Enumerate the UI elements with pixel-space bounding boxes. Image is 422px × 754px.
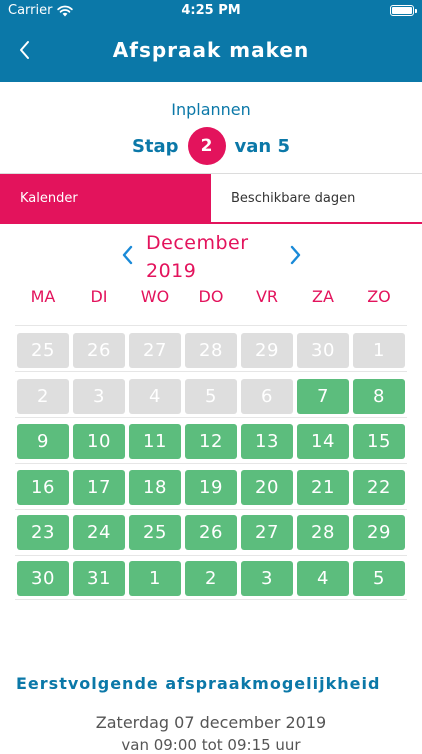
view-tabs: Kalender Beschikbare dagen bbox=[0, 173, 422, 224]
calendar-day-unavailable: 6 bbox=[241, 378, 293, 414]
calendar-day-available[interactable]: 22 bbox=[353, 469, 405, 505]
calendar-day-available[interactable]: 16 bbox=[17, 469, 69, 505]
calendar-day-unavailable: 5 bbox=[185, 378, 237, 414]
month-year: 2019 bbox=[146, 260, 197, 282]
month-name: December bbox=[146, 232, 249, 254]
calendar-day-available[interactable]: 23 bbox=[17, 515, 69, 550]
calendar-day-unavailable: 27 bbox=[129, 333, 181, 368]
next-appointment-date: Zaterdag 07 december 2019 bbox=[95, 713, 327, 732]
calendar-day-available[interactable]: 25 bbox=[129, 515, 181, 550]
calendar-day-unavailable: 2 bbox=[17, 378, 69, 414]
status-bar: Carrier 4:25 PM bbox=[0, 0, 422, 22]
weekday-label: ZO bbox=[367, 287, 391, 306]
row-divider bbox=[15, 325, 407, 326]
calendar-day-available[interactable]: 31 bbox=[73, 560, 125, 596]
calendar-day-available[interactable]: 17 bbox=[73, 469, 125, 505]
chevron-right-icon[interactable] bbox=[286, 244, 304, 266]
tab-kalender[interactable]: Kalender bbox=[0, 174, 211, 222]
calendar-day-unavailable: 28 bbox=[185, 333, 237, 368]
step-suffix: van 5 bbox=[234, 135, 291, 157]
calendar-day-available[interactable]: 10 bbox=[73, 424, 125, 459]
calendar-day-available[interactable]: 29 bbox=[353, 515, 405, 550]
tab-beschikbare-dagen[interactable]: Beschikbare dagen bbox=[211, 174, 422, 222]
calendar-day-available[interactable]: 2 bbox=[185, 560, 237, 596]
weekday-header: MA DI WO DO VR ZA ZO bbox=[15, 287, 407, 306]
row-divider bbox=[15, 509, 407, 510]
calendar-day-available[interactable]: 12 bbox=[185, 424, 237, 459]
calendar-day-available[interactable]: 4 bbox=[297, 560, 349, 596]
status-time: 4:25 PM bbox=[181, 3, 241, 18]
weekday-label: VR bbox=[255, 287, 279, 306]
month-label: December 2019 bbox=[146, 229, 276, 285]
navigation-bar: Afspraak maken bbox=[0, 28, 422, 74]
calendar-day-available[interactable]: 18 bbox=[129, 469, 181, 505]
next-appointment-heading: Eerstvolgende afspraakmogelijkheid bbox=[16, 674, 381, 693]
calendar-day-unavailable: 29 bbox=[241, 333, 293, 368]
calendar-day-unavailable: 25 bbox=[17, 333, 69, 368]
weekday-label: DO bbox=[198, 287, 224, 306]
calendar-day-available[interactable]: 9 bbox=[17, 424, 69, 459]
calendar-day-unavailable: 1 bbox=[353, 333, 405, 368]
calendar-day-available[interactable]: 1 bbox=[129, 560, 181, 596]
calendar-day-available[interactable]: 14 bbox=[297, 424, 349, 459]
calendar-day-unavailable: 4 bbox=[129, 378, 181, 414]
weekday-label: MA bbox=[30, 287, 56, 306]
calendar-day-available[interactable]: 15 bbox=[353, 424, 405, 459]
calendar-day-unavailable: 26 bbox=[73, 333, 125, 368]
step-number-badge: 2 bbox=[187, 127, 226, 165]
app-header: Carrier 4:25 PM Afspraak maken bbox=[0, 0, 422, 82]
calendar-day-available[interactable]: 26 bbox=[185, 515, 237, 550]
calendar-day-available[interactable]: 8 bbox=[353, 378, 405, 414]
calendar-day-available[interactable]: 5 bbox=[353, 560, 405, 596]
step-prefix: Stap bbox=[131, 135, 179, 157]
calendar-day-available[interactable]: 28 bbox=[297, 515, 349, 550]
row-divider bbox=[15, 599, 407, 600]
next-appointment-time: van 09:00 tot 09:15 uur bbox=[121, 736, 301, 754]
calendar-day-available[interactable]: 3 bbox=[241, 560, 293, 596]
calendar-day-available[interactable]: 30 bbox=[17, 560, 69, 596]
row-divider bbox=[15, 463, 407, 464]
step-indicator: Stap 2 van 5 bbox=[0, 127, 422, 165]
row-divider bbox=[15, 371, 407, 372]
calendar-day-available[interactable]: 7 bbox=[297, 378, 349, 414]
calendar-day-available[interactable]: 11 bbox=[129, 424, 181, 459]
calendar-day-available[interactable]: 19 bbox=[185, 469, 237, 505]
calendar-day-available[interactable]: 20 bbox=[241, 469, 293, 505]
page-title: Afspraak maken bbox=[112, 38, 310, 62]
calendar-day-available[interactable]: 13 bbox=[241, 424, 293, 459]
row-divider bbox=[15, 555, 407, 556]
chevron-left-icon[interactable] bbox=[119, 244, 137, 266]
calendar-day-available[interactable]: 21 bbox=[297, 469, 349, 505]
weekday-label: WO bbox=[140, 287, 170, 306]
calendar-day-available[interactable]: 24 bbox=[73, 515, 125, 550]
calendar-day-unavailable: 3 bbox=[73, 378, 125, 414]
calendar-day-available[interactable]: 27 bbox=[241, 515, 293, 550]
row-divider bbox=[15, 417, 407, 418]
weekday-label: ZA bbox=[312, 287, 334, 306]
weekday-label: DI bbox=[90, 287, 108, 306]
battery-icon bbox=[390, 5, 417, 16]
calendar-day-unavailable: 30 bbox=[297, 333, 349, 368]
step-subtitle: Inplannen bbox=[171, 100, 251, 119]
